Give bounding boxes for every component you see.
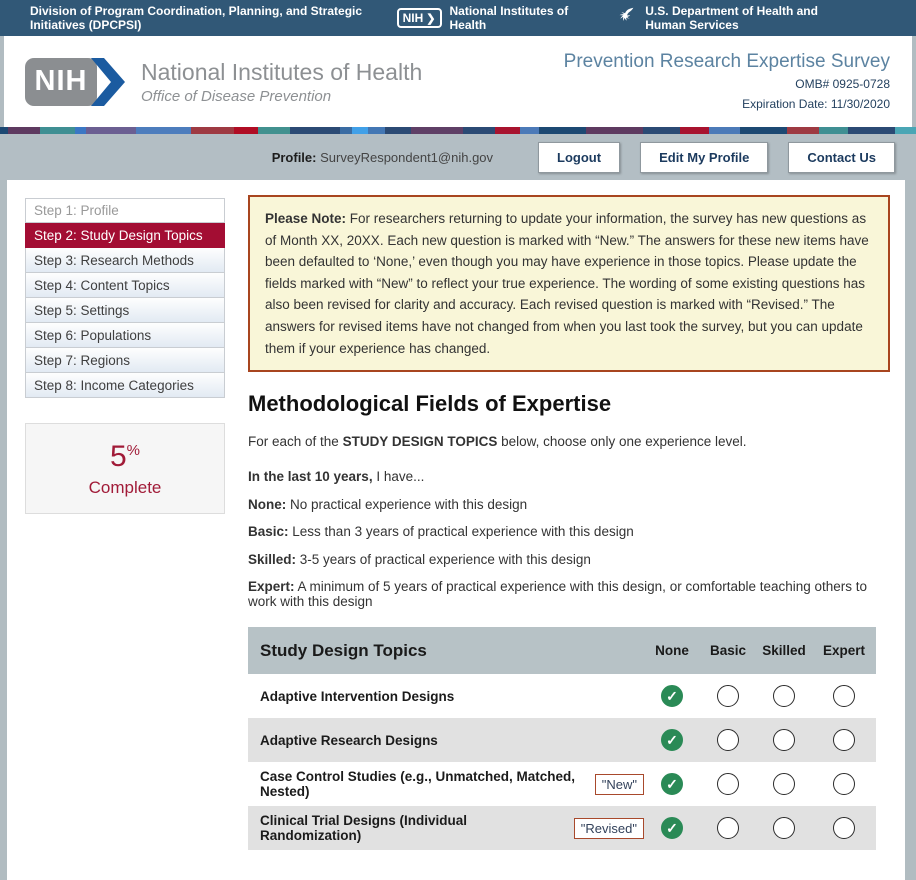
profile-email: Profile: SurveyRespondent1@nih.gov [272,150,493,165]
radio-skilled[interactable] [773,817,795,840]
table-row: Adaptive Intervention Designs ✓ [248,674,876,719]
nih-logo-box: NIH [25,57,97,106]
gov-topbar: Division of Program Coordination, Planni… [0,0,916,36]
expiration-date: Expiration Date: 11/30/2020 [742,96,890,111]
row-label: Case Control Studies (e.g., Unmatched, M… [248,769,644,799]
nih-logo-small-icon: NIH ❯ [396,8,442,28]
experience-definitions: In the last 10 years, I have... None: No… [248,469,890,609]
check-icon: ✓ [666,687,678,704]
progress-percent: 5% [109,439,141,473]
profile-email-value: SurveyRespondent1@nih.gov [320,149,494,165]
nih-logo: NIH National Institutes of Health Office… [25,57,422,106]
note-label: Please Note: [265,211,347,226]
radio-basic[interactable] [717,773,739,796]
radio-expert[interactable] [833,729,855,752]
page: Division of Program Coordination, Planni… [0,0,916,880]
radio-skilled[interactable] [773,773,795,796]
org-name: National Institutes of Health [141,58,423,85]
column-header-expert: Expert [822,643,866,659]
contact-us-button[interactable]: Contact Us [788,141,895,173]
sidebar-item-regions[interactable]: Step 7: Regions [25,348,225,373]
radio-skilled[interactable] [773,685,795,708]
profile-bar: Profile: SurveyRespondent1@nih.gov Logou… [0,134,916,180]
radio-expert[interactable] [833,773,855,796]
logout-button[interactable]: Logout [538,141,621,173]
nih-logo-chevron-icon [91,57,125,106]
table-header: Study Design Topics None Basic Skilled E… [248,627,876,675]
chevron-right-icon: ❯ [426,12,436,25]
radio-basic[interactable] [717,817,739,840]
site-header: NIH National Institutes of Health Office… [4,36,912,127]
dpcpsi-link[interactable]: Division of Program Coordination, Planni… [30,4,397,32]
intro-text: For each of the STUDY DESIGN TOPICS belo… [248,434,747,450]
progress-label: Complete [88,477,162,497]
hhs-topbar-link[interactable]: U.S. Department of Health and Human Serv… [615,4,861,32]
nih-logo-mark-icon: NIH [25,57,129,106]
study-design-table: Study Design Topics None Basic Skilled E… [248,627,890,851]
definition-none: None: No practical experience with this … [248,496,528,512]
column-header-none: None [655,643,689,659]
please-note-box: Please Note: For researchers returning t… [248,195,890,373]
new-badge: "New" [594,773,644,795]
table-title: Study Design Topics [260,640,427,660]
sidebar-item-populations[interactable]: Step 6: Populations [25,323,225,348]
page-title: Methodological Fields of Expertise [248,391,612,417]
sidebar-item-profile[interactable]: Step 1: Profile [25,198,225,223]
radio-basic[interactable] [717,729,739,752]
radio-none-checked[interactable]: ✓ [661,817,683,840]
nih-names: National Institutes of Health Office of … [141,59,422,105]
color-stripe [0,127,916,134]
radio-skilled[interactable] [773,729,795,752]
sidebar-item-settings[interactable]: Step 5: Settings [25,298,225,323]
sidebar-item-content-topics[interactable]: Step 4: Content Topics [25,273,225,298]
check-icon: ✓ [666,819,678,836]
column-header-skilled: Skilled [762,643,806,659]
definition-expert: Expert: A minimum of 5 years of practica… [248,579,868,610]
check-icon: ✓ [666,731,678,748]
timeframe-line: In the last 10 years, I have... [248,469,425,485]
column-header-basic: Basic [709,643,747,659]
nih-link[interactable]: National Institutes of Health [450,4,571,32]
note-text: For researchers returning to update your… [265,211,869,356]
edit-profile-button[interactable]: Edit My Profile [640,141,769,173]
sidebar-item-income-categories[interactable]: Step 8: Income Categories [25,373,225,398]
row-label: Adaptive Research Designs [260,732,438,748]
radio-none-checked[interactable]: ✓ [661,685,683,708]
content-column: Please Note: For researchers returning t… [248,180,890,880]
radio-expert[interactable] [833,685,855,708]
survey-title: Prevention Research Expertise Survey [563,51,890,73]
sidebar: Step 1: Profile Step 2: Study Design Top… [25,180,225,880]
check-icon: ✓ [666,775,678,792]
radio-expert[interactable] [833,817,855,840]
definition-basic: Basic: Less than 3 years of practical ex… [248,524,634,540]
row-label: Clinical Trial Designs (Individual Rando… [248,813,644,843]
hhs-link[interactable]: U.S. Department of Health and Human Serv… [645,4,861,32]
radio-basic[interactable] [717,685,739,708]
profile-label: Profile: [271,149,317,165]
nih-topbar-link[interactable]: NIH ❯ National Institutes of Health [396,4,571,32]
row-label: Adaptive Intervention Designs [260,688,455,704]
main-content: Step 1: Profile Step 2: Study Design Top… [7,180,905,880]
header-right: Prevention Research Expertise Survey OMB… [564,51,890,111]
office-name: Office of Disease Prevention [141,87,332,105]
sidebar-item-study-design-topics[interactable]: Step 2: Study Design Topics [25,223,225,248]
omb-number: OMB# 0925-0728 [795,77,890,92]
definition-skilled: Skilled: 3-5 years of practical experien… [248,551,591,567]
revised-badge: "Revised" [573,817,644,839]
table-row: Clinical Trial Designs (Individual Rando… [248,806,876,851]
radio-none-checked[interactable]: ✓ [661,773,683,796]
step-nav: Step 1: Profile Step 2: Study Design Top… [25,198,225,398]
progress-indicator: 5% Complete [25,423,225,514]
sidebar-item-research-methods[interactable]: Step 3: Research Methods [25,248,225,273]
table-row: Case Control Studies (e.g., Unmatched, M… [248,762,876,807]
hhs-eagle-icon [615,5,637,32]
table-row: Adaptive Research Designs ✓ [248,718,876,763]
radio-none-checked[interactable]: ✓ [661,729,683,752]
